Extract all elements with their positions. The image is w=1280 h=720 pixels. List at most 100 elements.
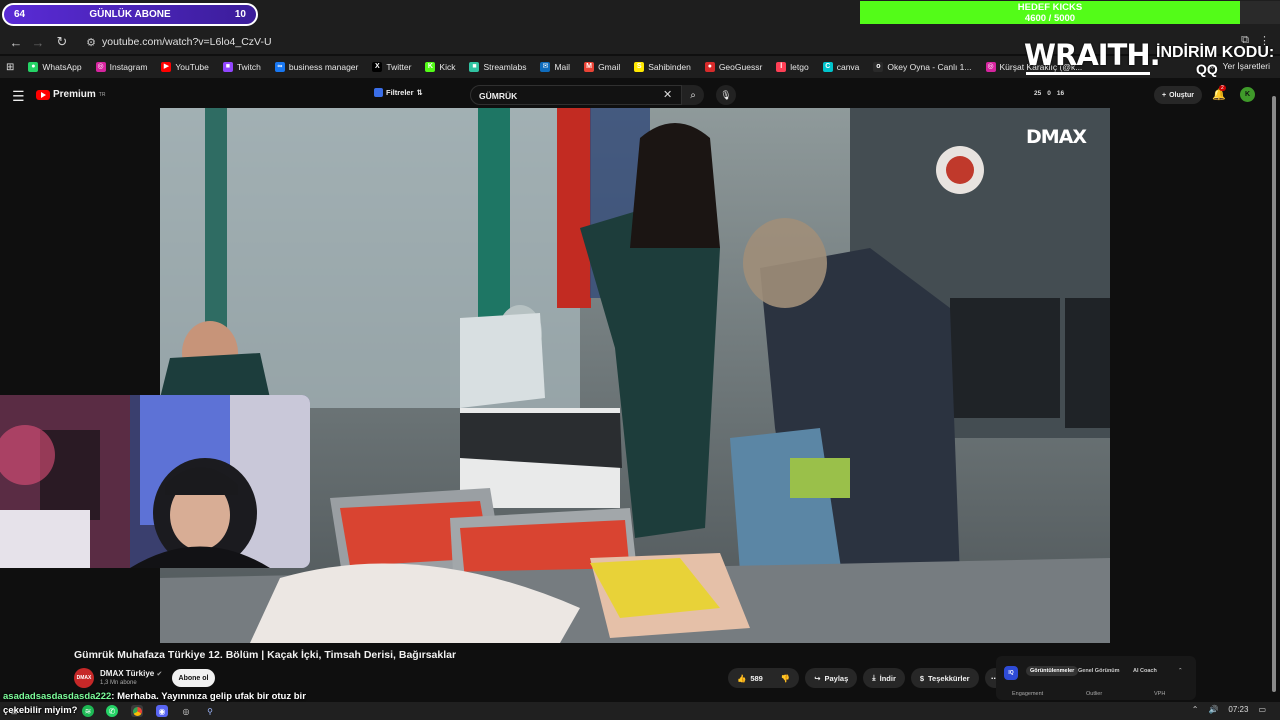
bookmark-favicon-icon: S xyxy=(634,62,645,72)
bookmark-favicon-icon: M xyxy=(584,62,595,72)
thumbs-up-icon: 👍 xyxy=(737,673,747,683)
bookmark-label: canva xyxy=(836,62,860,72)
stat-3: 16 xyxy=(1056,90,1065,97)
tab-ai-coach[interactable]: AI Coach xyxy=(1133,668,1157,674)
bookmark-item[interactable]: ■ Streamlabs xyxy=(469,62,526,72)
download-label: İndir xyxy=(879,673,896,683)
col-vph: VPH xyxy=(1154,691,1166,697)
site-info-icon[interactable]: ⚙ xyxy=(80,36,102,49)
bookmark-item[interactable]: ● WhatsApp xyxy=(28,62,82,72)
tab-views[interactable]: Görüntülenmeler xyxy=(1026,666,1079,676)
col-outlier: Outlier xyxy=(1086,691,1103,697)
sub-goal-target: 10 xyxy=(234,9,246,20)
bookmark-label: business manager xyxy=(288,62,359,72)
bookmark-item[interactable]: ✉ Mail xyxy=(540,62,570,72)
bookmark-label: Twitter xyxy=(386,62,412,72)
search-input[interactable]: GÜMRÜK xyxy=(470,85,682,105)
extension-stats: 25 0 16 xyxy=(1034,90,1064,97)
clock[interactable]: 07:23 xyxy=(1228,705,1248,714)
thanks-icon: $ xyxy=(919,673,925,683)
url-text: youtube.com/watch?v=L6lo4_CzV-U xyxy=(102,36,272,48)
webcam-feed xyxy=(0,395,310,568)
youtube-logo[interactable]: Premium TR xyxy=(36,89,105,100)
volume-icon[interactable]: 🔊 xyxy=(1208,705,1218,714)
vidiq-panel: IQ Görüntülenmeler Genel Görünüm AI Coac… xyxy=(996,656,1196,700)
bookmark-item[interactable]: M Gmail xyxy=(584,62,620,72)
bookmark-favicon-icon: K xyxy=(425,62,436,72)
thanks-label: Teşekkürler xyxy=(928,673,970,683)
youtube-header: ☰ Premium TR Filtreler ⇅ GÜMRÜK ✕ ⌕ 🎙 25… xyxy=(0,82,1280,108)
filters-label: Filtreler xyxy=(386,88,414,97)
bookmark-label: Twitch xyxy=(236,62,261,72)
bookmark-favicon-icon: o xyxy=(873,62,884,72)
thumbs-down-icon: 👎 xyxy=(780,673,791,683)
search-icon: ⌕ xyxy=(690,89,696,101)
thanks-button[interactable]: $ Teşekkürler xyxy=(910,668,979,688)
create-button[interactable]: + Oluştur xyxy=(1154,86,1202,104)
like-button[interactable]: 👍 589 xyxy=(728,668,772,688)
bookmark-label: Sahibinden xyxy=(648,62,691,72)
back-icon[interactable]: ← xyxy=(4,30,28,54)
bookmark-item[interactable]: X Twitter xyxy=(372,62,411,72)
clear-search-icon[interactable]: ✕ xyxy=(663,88,672,101)
share-icon: ↪ xyxy=(814,673,821,683)
notifications-icon[interactable]: 🔔 2 xyxy=(1212,85,1226,101)
account-avatar[interactable]: K xyxy=(1240,87,1255,102)
bookmark-item[interactable]: ● GeoGuessr xyxy=(704,62,762,72)
sponsor-underline xyxy=(1026,72,1150,75)
channel-avatar[interactable]: DMAX xyxy=(74,668,94,688)
bookmark-favicon-icon: ✉ xyxy=(540,62,551,72)
channel-name[interactable]: DMAX Türkiye ✔ xyxy=(100,669,162,678)
bookmark-label: WhatsApp xyxy=(42,62,82,72)
bookmark-favicon-icon: C xyxy=(822,62,833,72)
share-label: Paylaş xyxy=(824,673,849,683)
download-button[interactable]: ⤓ İndir xyxy=(863,668,905,688)
search-button[interactable]: ⌕ xyxy=(682,85,704,105)
dislike-button[interactable]: 👎 xyxy=(771,668,800,688)
subscribe-button[interactable]: Abone ol xyxy=(172,669,215,687)
tray-expand-icon[interactable]: ⌃ xyxy=(1192,705,1199,714)
download-icon: ⤓ xyxy=(872,673,876,682)
kicks-goal-title: HEDEF KICKS xyxy=(1017,2,1083,13)
notification-center-icon[interactable]: ▭ xyxy=(1258,705,1266,714)
bookmark-item[interactable]: ◎ Instagram xyxy=(95,62,148,72)
apps-icon[interactable]: ⊞ xyxy=(6,62,14,73)
bookmark-favicon-icon: ● xyxy=(28,62,39,72)
bookmark-item[interactable]: ▶ YouTube xyxy=(161,62,209,72)
page-scrollbar[interactable] xyxy=(1271,86,1277,698)
bookmark-favicon-icon: l xyxy=(776,62,787,72)
video-title: Gümrük Muhafaza Türkiye 12. Bölüm | Kaça… xyxy=(74,649,457,661)
filter-extension-icon xyxy=(374,88,383,97)
bookmark-label: Kick xyxy=(439,62,456,72)
filters-button[interactable]: Filtreler ⇅ xyxy=(374,88,423,97)
bookmark-item[interactable]: Ccanva xyxy=(822,62,860,72)
tab-overview[interactable]: Genel Görünüm xyxy=(1078,668,1120,674)
voice-search-icon[interactable]: 🎙 xyxy=(716,85,736,105)
bookmark-label: Instagram xyxy=(109,62,148,72)
sliders-icon: ⇅ xyxy=(416,88,423,97)
bookmark-item[interactable]: o Okey Oyna - Canlı 1... xyxy=(873,62,972,72)
share-button[interactable]: ↪ Paylaş xyxy=(805,668,858,688)
vidiq-logo: IQ xyxy=(1004,666,1018,680)
bookmark-item[interactable]: ■ Twitch xyxy=(222,62,261,72)
scrollbar-thumb[interactable] xyxy=(1272,96,1276,692)
subscriber-count: 1,3 Mn abone xyxy=(100,680,137,686)
forward-icon[interactable]: → xyxy=(26,30,50,54)
url-bar[interactable]: ⚙ youtube.com/watch?v=L6lo4_CzV-U xyxy=(80,33,1080,51)
menu-icon[interactable]: ☰ xyxy=(12,88,25,105)
verified-icon: ✔ xyxy=(156,671,163,678)
bookmark-label: Okey Oyna - Canlı 1... xyxy=(887,62,972,72)
video-actions: 👍 589 👎 ↪ Paylaş ⤓ İndir $ Teşekkürler ⋯ xyxy=(728,668,1005,688)
bookmark-item[interactable]: ∞ business manager xyxy=(274,62,359,72)
kicks-goal-progress: 4600 / 5000 xyxy=(1024,13,1076,24)
bookmark-item[interactable]: l letgo xyxy=(776,62,809,72)
bookmark-list: ● WhatsApp ◎ Instagram ▶ YouTube ■ Twitch ∞ busin… xyxy=(28,62,1096,72)
reload-icon[interactable]: ↻ xyxy=(50,30,74,54)
bookmark-item[interactable]: K Kick xyxy=(425,62,455,72)
bookmark-favicon-icon: ◎ xyxy=(985,62,996,72)
youtube-brand: Premium xyxy=(53,89,96,100)
create-label: Oluştur xyxy=(1169,91,1194,99)
bookmark-favicon-icon: X xyxy=(372,62,383,72)
bookmark-item[interactable]: S Sahibinden xyxy=(634,62,691,72)
collapse-icon[interactable]: ⌃ xyxy=(1178,668,1183,674)
